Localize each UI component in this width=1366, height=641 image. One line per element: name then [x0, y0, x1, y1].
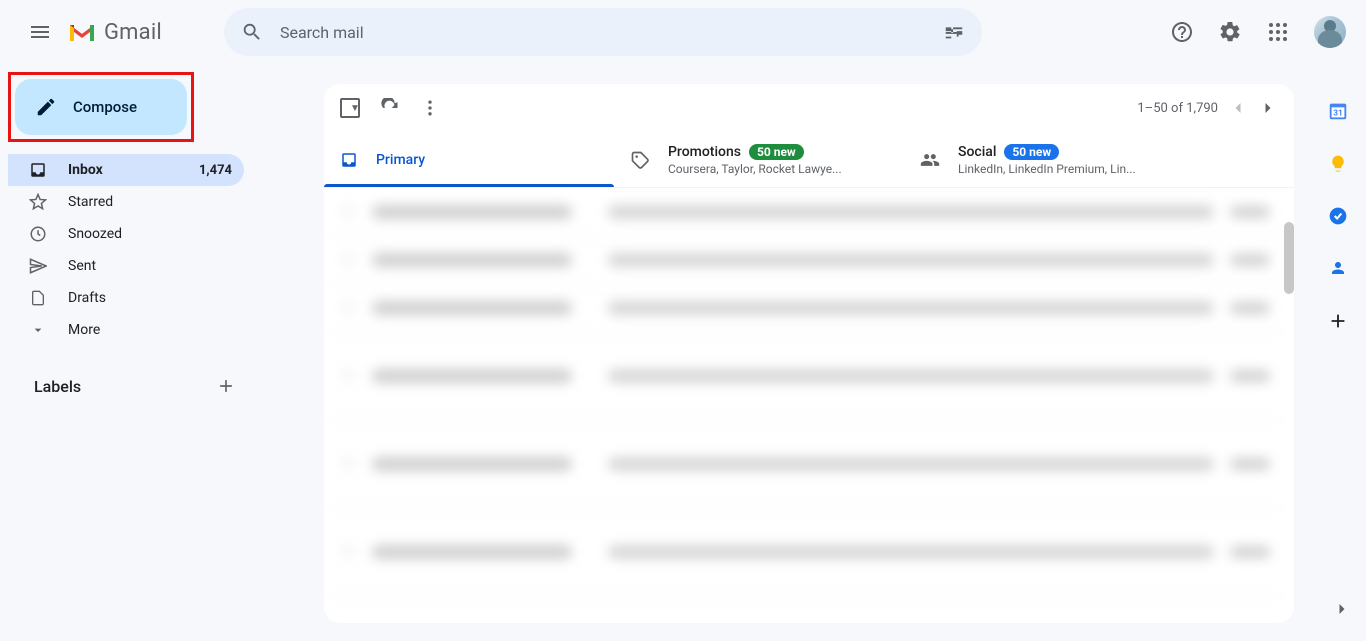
- keep-icon: [1328, 154, 1348, 174]
- email-list: ☆ ☆ ☆ ☆ ☆ ☆: [324, 188, 1286, 623]
- email-row[interactable]: ☆: [324, 284, 1286, 332]
- send-icon: [28, 257, 48, 275]
- more-actions-button[interactable]: [420, 98, 440, 118]
- svg-text:31: 31: [1333, 109, 1342, 119]
- header-actions: [1162, 12, 1358, 52]
- email-row[interactable]: ☆: [324, 188, 1286, 236]
- mail-toolbar: ▼ 1–50 of 1,790: [324, 84, 1294, 132]
- tune-icon: [943, 21, 965, 43]
- chevron-down-icon: ▼: [350, 103, 360, 114]
- star-icon: [28, 193, 48, 211]
- pencil-icon: [35, 96, 57, 118]
- inbox-count: 1,474: [199, 163, 232, 178]
- labels-title: Labels: [34, 377, 81, 396]
- search-input[interactable]: [280, 23, 934, 42]
- plus-icon: [216, 376, 236, 396]
- nav-snoozed[interactable]: Snoozed: [8, 218, 244, 250]
- plus-icon: [1327, 310, 1349, 332]
- gmail-logo[interactable]: Gmail: [68, 20, 162, 45]
- scrollbar[interactable]: [1284, 222, 1294, 294]
- contacts-icon: [1329, 258, 1347, 278]
- hide-side-panel-button[interactable]: [1332, 599, 1352, 619]
- google-apps-button[interactable]: [1258, 12, 1298, 52]
- pagination-text: 1–50 of 1,790: [1137, 101, 1218, 116]
- promotions-badge: 50 new: [749, 144, 804, 160]
- nav-label: Starred: [68, 194, 113, 210]
- tab-subtext: Coursera, Taylor, Rocket Lawye...: [668, 162, 842, 176]
- nav-label: Drafts: [68, 290, 106, 306]
- gmail-logo-icon: [68, 21, 96, 43]
- search-bar[interactable]: [224, 8, 982, 56]
- search-options-button[interactable]: [934, 12, 974, 52]
- chevron-right-icon: [1258, 98, 1278, 118]
- nav-label: Inbox: [68, 162, 103, 178]
- category-tabs: Primary Promotions 50 new Coursera, Tayl…: [324, 132, 1294, 188]
- settings-button[interactable]: [1210, 12, 1250, 52]
- side-panel: 31: [1310, 84, 1366, 332]
- tag-icon: [630, 150, 650, 170]
- tab-promotions[interactable]: Promotions 50 new Coursera, Taylor, Rock…: [614, 132, 904, 187]
- nav-starred[interactable]: Starred: [8, 186, 244, 218]
- nav-more[interactable]: More: [8, 314, 244, 346]
- labels-header: Labels: [8, 364, 256, 396]
- tab-label: Primary: [376, 152, 425, 168]
- mail-panel: ▼ 1–50 of 1,790 Primary Promotions 50 ne…: [324, 84, 1294, 623]
- app-header: Gmail: [0, 0, 1366, 64]
- tab-subtext: LinkedIn, LinkedIn Premium, Lin...: [958, 162, 1136, 176]
- search-button[interactable]: [232, 12, 272, 52]
- support-button[interactable]: [1162, 12, 1202, 52]
- contacts-addon[interactable]: [1329, 258, 1347, 278]
- refresh-icon: [380, 98, 400, 118]
- add-label-button[interactable]: [216, 376, 236, 396]
- email-row[interactable]: ☆: [324, 332, 1286, 420]
- inbox-tab-icon: [340, 151, 358, 169]
- tab-social[interactable]: Social 50 new LinkedIn, LinkedIn Premium…: [904, 132, 1194, 187]
- nav-list: Inbox 1,474 Starred Snoozed Sent Drafts …: [8, 154, 256, 346]
- chevron-right-icon: [1332, 599, 1352, 619]
- social-badge: 50 new: [1004, 144, 1059, 160]
- tab-label: Social: [958, 144, 996, 160]
- clock-icon: [28, 225, 48, 243]
- pagination: 1–50 of 1,790: [1137, 98, 1278, 118]
- compose-highlight: Compose: [8, 72, 194, 142]
- keep-addon[interactable]: [1328, 154, 1348, 174]
- sidebar: Compose Inbox 1,474 Starred Snoozed Sent…: [0, 64, 256, 396]
- nav-sent[interactable]: Sent: [8, 250, 244, 282]
- account-avatar[interactable]: [1314, 16, 1346, 48]
- nav-label: Sent: [68, 258, 96, 274]
- help-icon: [1170, 20, 1194, 44]
- hamburger-icon: [28, 20, 52, 44]
- nav-inbox[interactable]: Inbox 1,474: [8, 154, 244, 186]
- nav-drafts[interactable]: Drafts: [8, 282, 244, 314]
- chevron-down-icon: [28, 322, 48, 338]
- compose-button[interactable]: Compose: [15, 79, 187, 135]
- inbox-icon: [28, 161, 48, 179]
- main-menu-button[interactable]: [16, 8, 64, 56]
- tab-label: Promotions: [668, 144, 741, 160]
- people-icon: [920, 150, 940, 170]
- nav-label: More: [68, 322, 100, 338]
- next-page-button[interactable]: [1258, 98, 1278, 118]
- prev-page-button[interactable]: [1228, 98, 1248, 118]
- select-all[interactable]: ▼: [340, 98, 360, 118]
- get-addons-button[interactable]: [1327, 310, 1349, 332]
- gear-icon: [1218, 20, 1242, 44]
- email-row[interactable]: ☆: [324, 420, 1286, 508]
- search-icon: [241, 21, 263, 43]
- tab-primary[interactable]: Primary: [324, 132, 614, 187]
- chevron-left-icon: [1228, 98, 1248, 118]
- email-row[interactable]: ☆: [324, 236, 1286, 284]
- tasks-addon[interactable]: [1328, 206, 1348, 226]
- draft-icon: [28, 289, 48, 307]
- compose-label: Compose: [73, 98, 137, 116]
- calendar-icon: 31: [1327, 100, 1349, 122]
- more-vert-icon: [420, 98, 440, 118]
- app-name: Gmail: [104, 20, 162, 45]
- tasks-icon: [1328, 206, 1348, 226]
- email-row[interactable]: ☆: [324, 508, 1286, 596]
- calendar-addon[interactable]: 31: [1327, 100, 1349, 122]
- refresh-button[interactable]: [380, 98, 400, 118]
- nav-label: Snoozed: [68, 226, 122, 242]
- apps-grid-icon: [1268, 22, 1288, 42]
